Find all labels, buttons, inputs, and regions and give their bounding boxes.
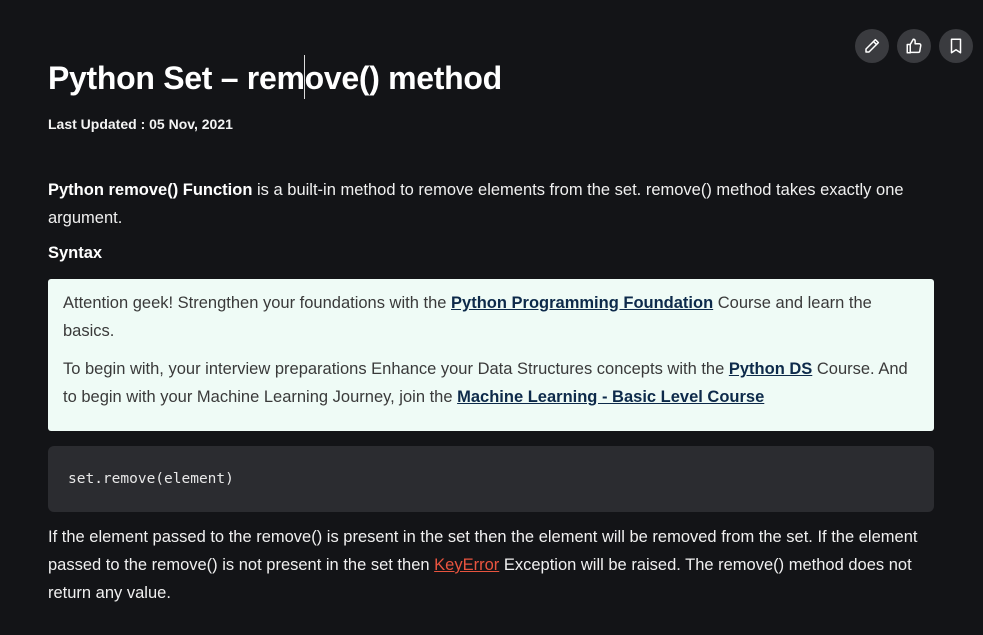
- notice-line-2: To begin with, your interview preparatio…: [63, 355, 919, 411]
- description-paragraph: If the element passed to the remove() is…: [48, 523, 928, 607]
- syntax-heading: Syntax: [48, 244, 103, 262]
- bookmark-button[interactable]: [939, 29, 973, 63]
- last-updated: Last Updated : 05 Nov, 2021: [48, 116, 233, 132]
- python-foundation-link[interactable]: Python Programming Foundation: [451, 294, 713, 312]
- title-part-2: ove() method: [304, 60, 503, 96]
- notice-line-1: Attention geek! Strengthen your foundati…: [63, 289, 919, 345]
- like-button[interactable]: [897, 29, 931, 63]
- notice-text: Attention geek! Strengthen your foundati…: [63, 294, 452, 312]
- code-text: set.remove(element): [68, 471, 234, 487]
- title-part-1: Python Set – rem: [48, 60, 305, 96]
- python-ds-link[interactable]: Python DS: [729, 360, 812, 378]
- article-actions: [855, 29, 973, 63]
- ml-basic-course-link[interactable]: Machine Learning - Basic Level Course: [457, 388, 764, 406]
- notice-text: To begin with, your interview preparatio…: [63, 360, 729, 378]
- page-title: Python Set – remove() method: [48, 55, 502, 99]
- edit-icon: [865, 38, 880, 53]
- code-block[interactable]: set.remove(element): [48, 446, 934, 512]
- intro-paragraph: Python remove() Function is a built-in m…: [48, 176, 928, 232]
- bookmark-icon: [950, 38, 962, 54]
- keyerror-link[interactable]: KeyError: [434, 556, 499, 574]
- edit-button[interactable]: [855, 29, 889, 63]
- course-notice: Attention geek! Strengthen your foundati…: [48, 279, 934, 431]
- intro-bold: Python remove() Function: [48, 181, 253, 199]
- thumbs-up-icon: [906, 38, 922, 54]
